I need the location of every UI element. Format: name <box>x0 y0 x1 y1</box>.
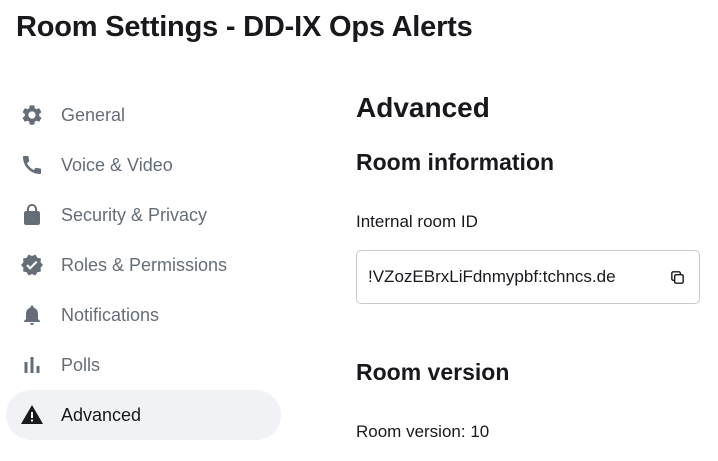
verified-badge-icon <box>20 253 44 277</box>
sidebar-item-voice-video[interactable]: Voice & Video <box>6 140 281 190</box>
room-version-text: Room version: 10 <box>356 422 490 441</box>
room-information-heading: Room information <box>356 149 555 175</box>
sidebar-item-label: Roles & Permissions <box>61 255 228 275</box>
internal-room-id-label: Internal room ID <box>356 212 478 231</box>
sidebar-item-label: Polls <box>61 355 101 375</box>
sidebar-item-label: Security & Privacy <box>61 205 208 225</box>
sidebar-item-label: Advanced <box>61 405 142 425</box>
copy-room-id-button[interactable] <box>667 267 687 287</box>
sidebar-item-label: Voice & Video <box>61 155 173 175</box>
internal-room-id-field: !VZozEBrxLiFdnmypbf:tchncs.de <box>356 250 700 304</box>
warning-triangle-icon <box>20 403 44 427</box>
bar-chart-icon <box>20 353 44 377</box>
sidebar-item-roles-permissions[interactable]: Roles & Permissions <box>6 240 281 290</box>
section-title: Advanced <box>356 92 490 123</box>
room-settings-dialog: Room Settings - DD-IX Ops Alerts General… <box>0 0 718 461</box>
bell-icon <box>20 303 44 327</box>
copy-icon <box>670 270 684 284</box>
sidebar-item-label: General <box>61 105 126 125</box>
sidebar-item-label: Notifications <box>61 305 160 325</box>
internal-room-id-value[interactable]: !VZozEBrxLiFdnmypbf:tchncs.de <box>368 266 616 288</box>
sidebar-item-advanced[interactable]: Advanced <box>6 390 281 440</box>
sidebar-item-notifications[interactable]: Notifications <box>6 290 281 340</box>
room-version-heading: Room version <box>356 359 510 385</box>
settings-sidebar: General Voice & Video Security & Privacy… <box>6 90 281 440</box>
gear-icon <box>20 103 44 127</box>
sidebar-item-general[interactable]: General <box>6 90 281 140</box>
phone-icon <box>20 153 44 177</box>
lock-icon <box>20 203 44 227</box>
sidebar-item-polls[interactable]: Polls <box>6 340 281 390</box>
dialog-title: Room Settings - DD-IX Ops Alerts <box>16 11 473 43</box>
sidebar-item-security-privacy[interactable]: Security & Privacy <box>6 190 281 240</box>
